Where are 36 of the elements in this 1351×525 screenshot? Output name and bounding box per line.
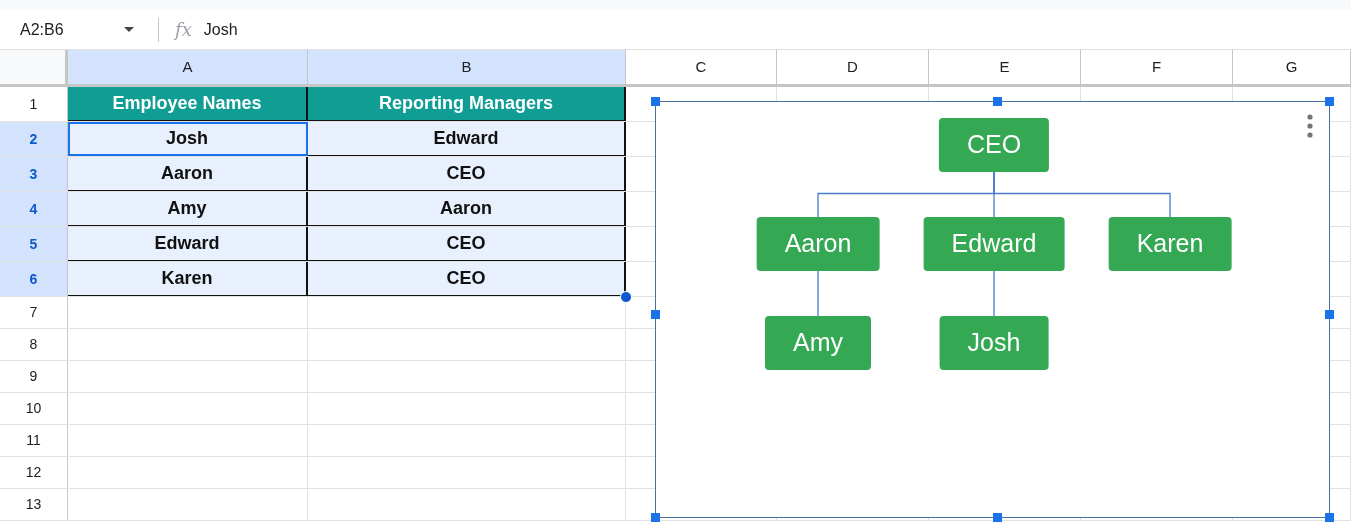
row-header[interactable]: 3: [0, 157, 68, 191]
resize-handle[interactable]: [651, 97, 660, 106]
dropdown-caret-icon: [124, 27, 134, 32]
connector-line: [993, 270, 995, 317]
header-cell: Reporting Managers: [308, 87, 626, 121]
table-cell: Edward: [68, 227, 308, 261]
row-header[interactable]: 5: [0, 227, 68, 261]
fill-handle[interactable]: [620, 291, 632, 303]
table-cell: CEO: [308, 262, 626, 296]
table-cell: Aaron: [68, 157, 308, 191]
header-cell: Employee Names: [68, 87, 308, 121]
resize-handle[interactable]: [1325, 97, 1334, 106]
row-header[interactable]: 4: [0, 192, 68, 226]
resize-handle[interactable]: [651, 513, 660, 522]
corner-cell[interactable]: [0, 50, 68, 84]
column-header[interactable]: B: [308, 50, 626, 84]
table-cell: Edward: [308, 122, 626, 156]
table-cell: Karen: [68, 262, 308, 296]
table-cell: CEO: [308, 157, 626, 191]
resize-handle[interactable]: [1325, 513, 1334, 522]
resize-handle[interactable]: [1325, 309, 1334, 319]
name-box[interactable]: A2:B6: [0, 17, 150, 42]
table-cell: CEO: [308, 227, 626, 261]
resize-handle[interactable]: [651, 309, 660, 319]
table-cell: Josh: [68, 122, 308, 156]
table-cell: Amy: [68, 192, 308, 226]
more-options-icon[interactable]: [1307, 114, 1313, 138]
row-header[interactable]: 6: [0, 262, 68, 296]
resize-handle[interactable]: [992, 513, 1002, 522]
row-header[interactable]: 2: [0, 122, 68, 156]
column-header[interactable]: A: [68, 50, 308, 84]
resize-handle[interactable]: [992, 97, 1002, 106]
table-cell: Aaron: [308, 192, 626, 226]
connector-line: [817, 270, 819, 317]
formula-input[interactable]: Josh: [199, 17, 1351, 42]
fx-label: fx: [173, 18, 193, 42]
